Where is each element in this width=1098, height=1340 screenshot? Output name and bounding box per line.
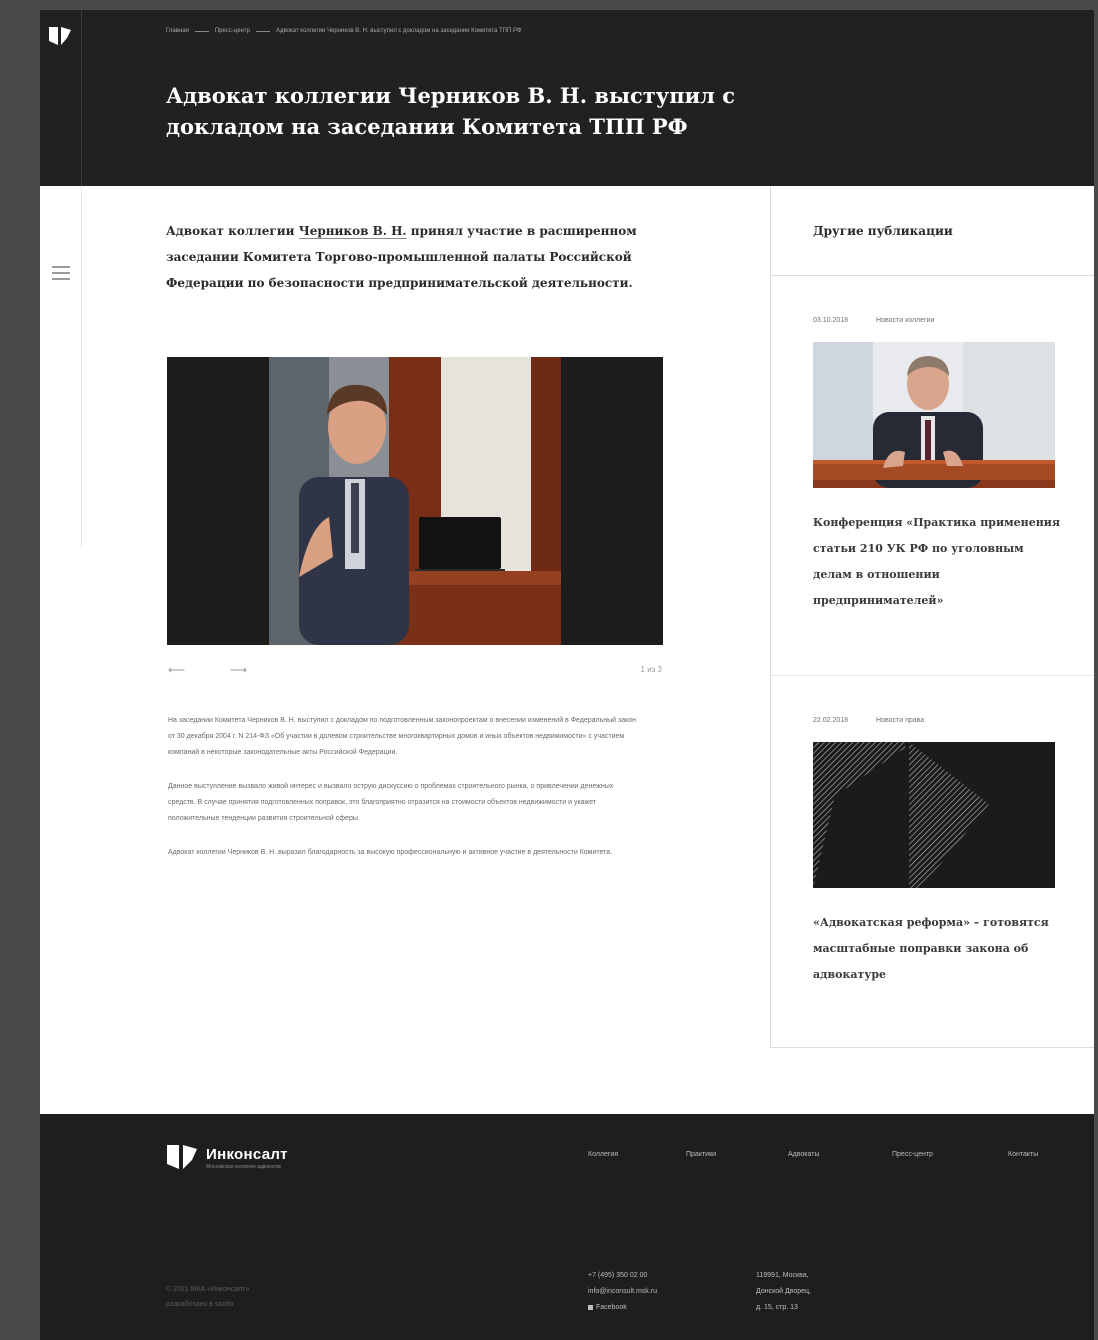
footer-email[interactable]: info@inconsult.msk.ru xyxy=(588,1284,657,1300)
facebook-label: Facebook xyxy=(596,1304,627,1311)
card-image[interactable] xyxy=(813,742,1055,888)
footer-facebook-link[interactable]: Facebook xyxy=(588,1300,657,1316)
footer-phone[interactable]: +7 (495) 350 02 00 xyxy=(588,1268,657,1284)
footer-copyright: © 2021 МКА «Инконсалт» разработано в stu… xyxy=(166,1282,249,1312)
footer-brand-sub: Московская коллегия адвокатов xyxy=(206,1164,281,1170)
article-paragraph: Адвокат коллегии Черников В. Н. выразил … xyxy=(168,849,613,856)
publication-card[interactable]: 22.02.2018 Новости права «Адвокатская ре… xyxy=(771,676,1094,1048)
card-category[interactable]: Новости права xyxy=(876,717,924,724)
footer-nav-contacts[interactable]: Контакты xyxy=(1008,1151,1038,1158)
gallery-prev-button[interactable]: ⟵ xyxy=(168,664,185,676)
article-body: На заседании Комитета Черников В. Н. выс… xyxy=(168,713,638,879)
address-line: 119991, Москва, xyxy=(756,1272,809,1279)
card-date: 22.02.2018 xyxy=(813,717,849,724)
photo-gallery[interactable] xyxy=(167,357,663,645)
page: Главная Пресс-центр Адвокат коллегии Чер… xyxy=(40,10,1094,1340)
breadcrumb-item-press[interactable]: Пресс-центр xyxy=(215,28,250,34)
sidebar-title: Другие публикации xyxy=(813,224,953,238)
gallery-next-button[interactable]: ⟶ xyxy=(230,664,247,676)
breadcrumb: Главная Пресс-центр Адвокат коллегии Чер… xyxy=(166,28,521,34)
footer-nav-collegium[interactable]: Коллегия xyxy=(588,1151,618,1158)
page-title: Адвокат коллегии Черников В. Н. выступил… xyxy=(166,83,736,139)
logo-icon xyxy=(167,1145,197,1169)
facebook-icon xyxy=(588,1304,593,1310)
footer-logo[interactable]: Инконсалт Московская коллегия адвокатов xyxy=(166,1144,326,1172)
footer-address: 119991, Москва, Донской Дворец, д. 15, с… xyxy=(756,1268,811,1316)
footer-nav-press[interactable]: Пресс-центр xyxy=(892,1151,933,1158)
breadcrumb-separator xyxy=(194,30,209,32)
footer-nav-lawyers[interactable]: Адвокаты xyxy=(788,1151,819,1158)
article-paragraph: На заседании Комитета Черников В. Н. выс… xyxy=(168,717,637,756)
footer-contacts: +7 (495) 350 02 00 info@inconsult.msk.ru… xyxy=(588,1268,657,1316)
copyright-text: © 2021 МКА «Инконсалт» xyxy=(166,1286,250,1293)
publication-card[interactable]: 03.10.2018 Новости коллегии Конференция … xyxy=(771,276,1094,676)
menu-icon[interactable] xyxy=(52,266,70,290)
page-header: Главная Пресс-центр Адвокат коллегии Чер… xyxy=(40,10,1094,186)
breadcrumb-item-current: Адвокат коллегии Черников В. Н. выступил… xyxy=(275,28,522,34)
card-meta: 22.02.2018 Новости права xyxy=(813,717,924,724)
article-lead: Адвокат коллегии Черников В. Н. принял у… xyxy=(166,218,666,296)
gallery-nav: ⟵ ⟶ 1 из 3 xyxy=(168,662,664,678)
other-publications-sidebar: Другие публикации 03.10.2018 Новости кол… xyxy=(770,186,1094,1048)
address-line: д. 15, стр. 13 xyxy=(756,1304,798,1311)
header-rail xyxy=(40,10,82,186)
card-title[interactable]: Конференция «Практика применения статьи … xyxy=(813,510,1063,614)
card-date: 03.10.2018 xyxy=(813,317,849,324)
footer-brand-name: Инконсалт xyxy=(206,1146,288,1163)
breadcrumb-separator xyxy=(255,30,270,32)
gallery-photo xyxy=(269,357,561,645)
page-footer: Инконсалт Московская коллегия адвокатов … xyxy=(40,1114,1094,1340)
address-line: Донской Дворец, xyxy=(756,1288,811,1295)
gallery-counter: 1 из 3 xyxy=(640,665,662,674)
lead-link[interactable]: Черников В. Н. xyxy=(298,224,407,239)
logo-icon[interactable] xyxy=(48,26,72,46)
card-title[interactable]: «Адвокатская реформа» – готовятся масшта… xyxy=(813,910,1063,988)
footer-nav: Коллегия Практики Адвокаты Пресс-центр К… xyxy=(588,1151,1052,1165)
card-meta: 03.10.2018 Новости коллегии xyxy=(813,317,934,324)
article-paragraph: Данное выступление вызвало живой интерес… xyxy=(168,783,614,822)
card-category[interactable]: Новости коллегии xyxy=(876,317,934,324)
side-rail xyxy=(40,186,82,548)
sidebar-header: Другие публикации xyxy=(771,186,1094,276)
card-image[interactable] xyxy=(813,342,1055,488)
developer-link[interactable]: разработано в studio xyxy=(166,1297,249,1312)
lead-text: Адвокат коллегии xyxy=(166,224,299,238)
footer-nav-practices[interactable]: Практики xyxy=(686,1151,716,1158)
breadcrumb-item-home[interactable]: Главная xyxy=(166,28,189,34)
